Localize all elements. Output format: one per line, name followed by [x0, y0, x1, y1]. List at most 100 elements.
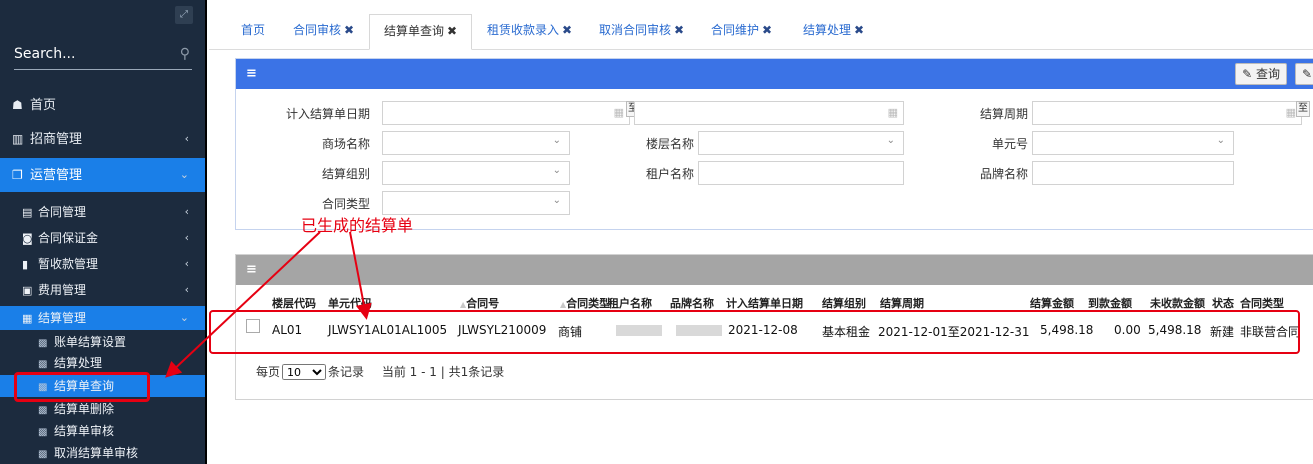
leaf-settle-process[interactable]: ▩ 结算处理	[0, 352, 205, 374]
group-select[interactable]: ⌄	[382, 161, 570, 185]
period-from[interactable]: ▦	[1032, 101, 1302, 125]
highlight-box-row	[209, 310, 1300, 354]
nav-operation[interactable]: ❐ 运营管理 ⌄	[0, 158, 205, 192]
calendar-icon[interactable]: ▦	[1286, 106, 1296, 119]
tab-settle-query[interactable]: 结算单查询 ✖	[369, 14, 473, 50]
col-date[interactable]: 计入结算单日期	[726, 295, 803, 311]
col-ctype2[interactable]: 合同类型	[1240, 295, 1284, 311]
menu-icon[interactable]: ≡	[246, 66, 257, 81]
chevron-down-icon: ⌄	[179, 311, 189, 324]
pager-prefix: 每页	[256, 365, 281, 379]
sub-contract-label: 合同管理	[38, 205, 87, 219]
close-icon[interactable]: ✖	[854, 23, 864, 37]
col-received[interactable]: 到款金额	[1088, 295, 1132, 311]
sub-deposit[interactable]: ◙ 合同保证金 ‹	[0, 226, 205, 250]
home-icon: ☗	[12, 98, 23, 112]
leaf-settle-audit-label: 结算单审核	[54, 424, 115, 438]
sub-fee[interactable]: ▣ 费用管理 ‹	[0, 278, 205, 302]
nav-merchant-label: 招商管理	[30, 132, 83, 147]
close-icon[interactable]: ✖	[674, 23, 684, 37]
comments-icon: ❐	[12, 168, 23, 182]
label-brand: 品牌名称	[979, 167, 1028, 181]
leaf-settle-delete-label: 结算单删除	[54, 402, 115, 416]
tab-cancel-contract-audit[interactable]: 取消合同审核 ✖	[599, 14, 684, 50]
brand-input[interactable]	[1032, 161, 1234, 185]
col-label: 状态	[1212, 297, 1234, 310]
col-label: 楼层代码	[272, 297, 316, 310]
mall-select[interactable]: ⌄	[382, 131, 570, 155]
leaf-bill-settings-label: 账单结算设置	[54, 335, 127, 349]
nav-home[interactable]: ☗ 首页	[0, 90, 205, 120]
label-period: 结算周期	[979, 107, 1028, 121]
col-ctype[interactable]: ▲合同类型	[558, 295, 610, 311]
col-contract[interactable]: ▲合同号	[458, 295, 499, 311]
nav-merchant[interactable]: ▥ 招商管理 ‹	[0, 124, 205, 154]
pager-info: 当前 1 - 1 | 共1条记录	[381, 365, 505, 379]
search-input[interactable]	[14, 44, 164, 62]
col-period[interactable]: 结算周期	[880, 295, 924, 311]
close-icon[interactable]: ✖	[762, 23, 772, 37]
leaf-settle-process-label: 结算处理	[54, 356, 103, 370]
chart-icon: ▥	[12, 132, 24, 146]
sidebar-search: ⚲	[14, 44, 192, 70]
col-floor[interactable]: 楼层代码	[272, 295, 316, 311]
close-icon[interactable]: ✖	[447, 24, 457, 38]
tab-label: 租赁收款录入	[487, 23, 560, 37]
period-range-to: 至	[1296, 101, 1310, 117]
col-label: 品牌名称	[670, 297, 714, 310]
col-unpaid[interactable]: 未收款金额	[1150, 295, 1205, 311]
close-icon[interactable]: ✖	[562, 23, 572, 37]
tab-home[interactable]: 首页	[241, 14, 265, 50]
col-tenant[interactable]: 租户名称	[608, 295, 652, 311]
grid-icon: ▦	[22, 312, 33, 325]
tab-label: 取消合同审核	[599, 23, 672, 37]
leaf-cancel-audit[interactable]: ▩ 取消结算单审核	[0, 442, 205, 464]
tab-contract-maint[interactable]: 合同维护 ✖	[711, 14, 772, 50]
sub-fee-label: 费用管理	[38, 283, 87, 297]
chevron-down-icon: ⌄	[886, 135, 895, 146]
leaf-cancel-audit-label: 取消结算单审核	[54, 446, 139, 460]
sidebar: ⤢ ⚲ ☗ 首页 ▥ 招商管理 ‹ ❐ 运营管理 ⌄ ▤ 合同管理 ‹ ◙ 合同保证金 ‹…	[0, 0, 207, 464]
label-settle-date: 计入结算单日期	[285, 107, 370, 121]
sub-contract[interactable]: ▤ 合同管理 ‹	[0, 200, 205, 224]
unit-select[interactable]: ⌄	[1032, 131, 1234, 155]
calendar-icon[interactable]: ▦	[614, 106, 624, 119]
query-button[interactable]: ✎ 查询	[1235, 63, 1287, 85]
col-label: 未收款金额	[1150, 297, 1205, 310]
tab-label: 结算处理	[803, 23, 852, 37]
extra-button[interactable]: ✎	[1295, 63, 1313, 85]
sub-temp-receipt[interactable]: ▮ 暂收款管理 ‹	[0, 252, 205, 276]
fullscreen-icon[interactable]: ⤢	[175, 6, 193, 24]
chevron-left-icon: ‹	[184, 257, 189, 270]
tab-lease-receipt[interactable]: 租赁收款录入 ✖	[487, 14, 572, 50]
sub-temp-receipt-label: 暂收款管理	[38, 257, 99, 271]
close-icon[interactable]: ✖	[344, 23, 354, 37]
col-status[interactable]: 状态	[1212, 295, 1234, 311]
settle-date-to[interactable]: ▦	[634, 101, 904, 125]
col-brand[interactable]: 品牌名称	[670, 295, 714, 311]
calendar-icon[interactable]: ▦	[888, 106, 898, 119]
col-unit[interactable]: 单元代码	[328, 295, 372, 311]
label-floor: 楼层名称	[645, 137, 694, 151]
sub-deposit-label: 合同保证金	[38, 231, 99, 245]
floor-select[interactable]: ⌄	[698, 131, 904, 155]
leaf-bill-settings[interactable]: ▩ 账单结算设置	[0, 331, 205, 353]
col-label: 合同号	[466, 297, 500, 310]
search-icon[interactable]: ⚲	[180, 46, 190, 62]
query-panel-header: ≡ ✎ 查询 ✎	[236, 59, 1313, 89]
tenant-input[interactable]	[698, 161, 904, 185]
tab-label: 合同审核	[293, 23, 342, 37]
tab-home-label: 首页	[241, 23, 266, 37]
col-amount[interactable]: 结算金额	[1030, 295, 1074, 311]
leaf-settle-audit[interactable]: ▩ 结算单审核	[0, 420, 205, 442]
page-size-select[interactable]: 10	[282, 364, 327, 380]
col-label: 到款金额	[1088, 297, 1132, 310]
tab-settle-process[interactable]: 结算处理 ✖	[803, 14, 864, 50]
result-panel-header: ≡	[236, 255, 1313, 285]
sub-settlement[interactable]: ▦ 结算管理 ⌄	[0, 306, 205, 330]
menu-icon[interactable]: ≡	[246, 262, 257, 277]
tab-contract-audit[interactable]: 合同审核 ✖	[293, 14, 354, 50]
bar-icon: ▮	[22, 258, 29, 271]
col-group[interactable]: 结算组别	[822, 295, 866, 311]
settle-date-from[interactable]: ▦	[382, 101, 630, 125]
